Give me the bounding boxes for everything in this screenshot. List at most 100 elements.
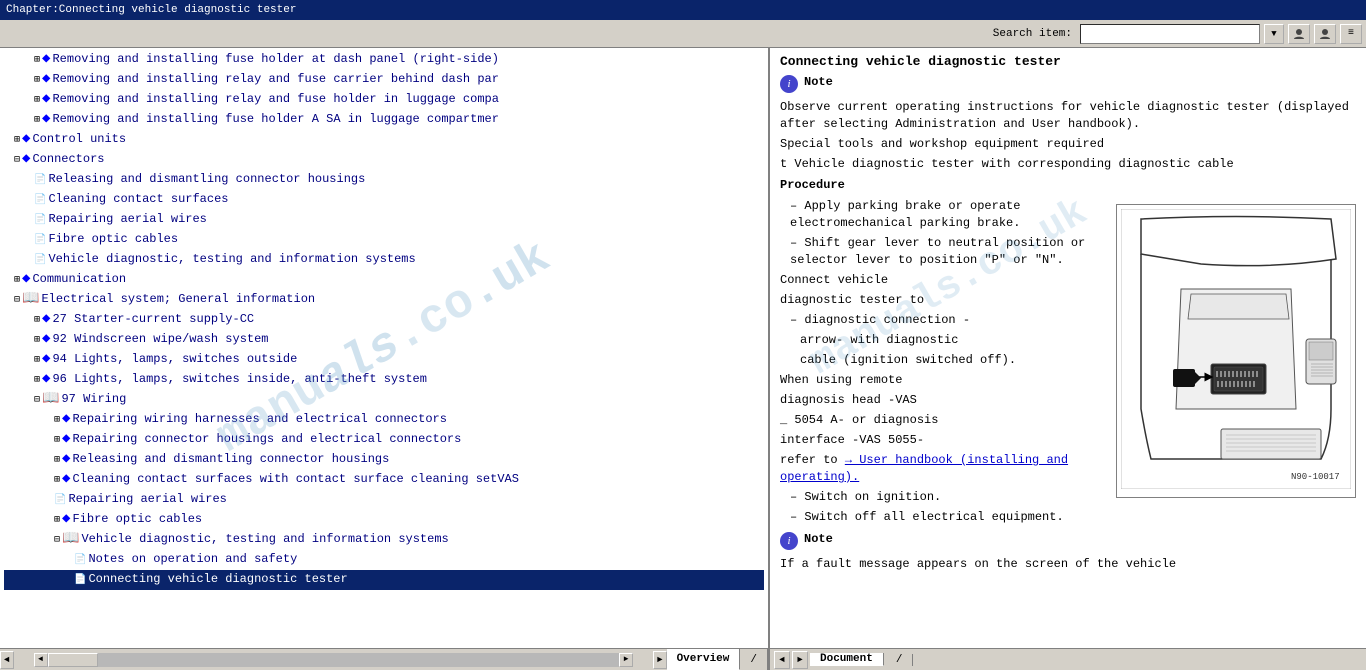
tree-item[interactable]: ⊞◆Cleaning contact surfaces with contact… [4, 470, 764, 490]
doc-icon: 📄 [74, 555, 86, 566]
expand-icon: ⊟ [34, 395, 40, 406]
diamond-icon: ◆ [42, 71, 50, 87]
expand-icon: ⊞ [34, 55, 40, 66]
expand-icon: ⊞ [54, 435, 60, 446]
toolbar-user-btn-1[interactable] [1288, 24, 1310, 44]
toolbar: Search item: ▼ ≡ [0, 20, 1366, 48]
tree-item[interactable]: ⊟📖Vehicle diagnostic, testing and inform… [4, 530, 764, 550]
tree-item[interactable]: ⊞◆Releasing and dismantling connector ho… [4, 450, 764, 470]
expand-icon: ⊞ [14, 275, 20, 286]
content-title: Connecting vehicle diagnostic tester [780, 54, 1356, 69]
doc-icon: 📄 [54, 495, 66, 506]
open-book-icon: 📖 [62, 531, 79, 547]
search-dropdown[interactable]: ▼ [1264, 24, 1284, 44]
tree-item[interactable]: ⊞◆96 Lights, lamps, switches inside, ant… [4, 370, 764, 390]
scroll-left-arrow[interactable]: ◄ [34, 653, 48, 667]
info-icon-2: i [780, 532, 798, 550]
expand-icon: ⊟ [54, 535, 60, 546]
search-input[interactable] [1080, 24, 1260, 44]
tab-document[interactable]: Document [810, 653, 884, 666]
tree-item[interactable]: 📄Cleaning contact surfaces [4, 190, 764, 210]
doc-icon: 📄 [34, 215, 46, 226]
diamond-icon: ◆ [42, 311, 50, 327]
nav-doc-left[interactable]: ◄ [774, 651, 790, 669]
tree-item[interactable]: 📄Repairing aerial wires [4, 210, 764, 230]
tree-item[interactable]: ⊞◆Removing and installing relay and fuse… [4, 90, 764, 110]
toolbar-user-btn-2[interactable] [1314, 24, 1336, 44]
svg-text:N90-10017: N90-10017 [1291, 472, 1340, 482]
open-book-icon: 📖 [22, 291, 39, 307]
status-left: ◄ ◄ ► ► Overview / [0, 649, 770, 670]
step-6: – Switch off all electrical equipment. [790, 509, 1356, 526]
nav-left-btn[interactable]: ◄ [0, 651, 14, 669]
doc-icon: 📄 [34, 235, 46, 246]
doc-icon: 📄 [34, 195, 46, 206]
expand-icon: ⊞ [54, 415, 60, 426]
main-area: ⊞◆Removing and installing fuse holder at… [0, 48, 1366, 648]
note-label-1: Note [804, 75, 833, 89]
tree-item[interactable]: ⊞◆Fibre optic cables [4, 510, 764, 530]
tree-item[interactable]: ⊟📖97 Wiring [4, 390, 764, 410]
expand-icon: ⊞ [34, 115, 40, 126]
doc-icon: 📄 [34, 255, 46, 266]
diamond-icon: ◆ [62, 451, 70, 467]
tree-item[interactable]: ⊞◆Removing and installing relay and fuse… [4, 70, 764, 90]
tree-content: ⊞◆Removing and installing fuse holder at… [0, 48, 768, 630]
info-icon-1: i [780, 75, 798, 93]
handbook-link[interactable]: → User handbook (installing and operatin… [780, 453, 1068, 484]
diamond-icon: ◆ [22, 151, 30, 167]
tree-item[interactable]: ⊟◆Connectors [4, 150, 764, 170]
scroll-track[interactable] [48, 653, 620, 667]
diagnostic-diagram: N90-10017 [1121, 209, 1351, 489]
scroll-thumb[interactable] [48, 653, 98, 667]
tree-item[interactable]: 📄Releasing and dismantling connector hou… [4, 170, 764, 190]
diamond-icon: ◆ [42, 51, 50, 67]
special-tools-label: Special tools and workshop equipment req… [780, 136, 1356, 153]
left-panel: ⊞◆Removing and installing fuse holder at… [0, 48, 770, 648]
note-box-1: i Note [780, 75, 1356, 93]
scroll-right-arrow[interactable]: ► [619, 653, 633, 667]
tab-overview[interactable]: Overview [667, 649, 741, 670]
diamond-icon: ◆ [42, 111, 50, 127]
title-text: Chapter:Connecting vehicle diagnostic te… [6, 4, 296, 16]
right-panel: manuals.co.uk Connecting vehicle diagnos… [770, 48, 1366, 648]
tree-item[interactable]: ⊞◆27 Starter-current supply-CC [4, 310, 764, 330]
expand-icon: ⊟ [14, 155, 20, 166]
tree-item[interactable]: 📄Vehicle diagnostic, testing and informa… [4, 250, 764, 270]
tree-item[interactable]: 📄Notes on operation and safety [4, 550, 764, 570]
expand-icon: ⊞ [34, 95, 40, 106]
tree-item[interactable]: ⊞◆Control units [4, 130, 764, 150]
expand-icon: ⊟ [14, 295, 20, 306]
tree-item-active[interactable]: 📄Connecting vehicle diagnostic tester [4, 570, 764, 590]
tree-item[interactable]: ⊞◆92 Windscreen wipe/wash system [4, 330, 764, 350]
note-2-text: If a fault message appears on the screen… [780, 556, 1356, 573]
expand-icon: ⊞ [34, 75, 40, 86]
expand-icon: ⊞ [54, 455, 60, 466]
title-bar: Chapter:Connecting vehicle diagnostic te… [0, 0, 1366, 20]
diamond-icon: ◆ [62, 411, 70, 427]
note-box-2: i Note [780, 532, 1356, 550]
tab-separator-right: / [886, 654, 914, 666]
expand-icon: ⊞ [34, 375, 40, 386]
diamond-icon: ◆ [42, 91, 50, 107]
expand-icon: ⊞ [34, 335, 40, 346]
diamond-icon: ◆ [22, 271, 30, 287]
diamond-icon: ◆ [62, 471, 70, 487]
tree-item[interactable]: ⊞◆Removing and installing fuse holder A … [4, 110, 764, 130]
tree-item[interactable]: ⊟📖Electrical system; General information [4, 290, 764, 310]
tab-separator-left: / [740, 649, 768, 670]
tree-item[interactable]: ⊞◆Communication [4, 270, 764, 290]
diamond-icon: ◆ [42, 331, 50, 347]
tree-item[interactable]: 📄Fibre optic cables [4, 230, 764, 250]
tree-item[interactable]: 📄Repairing aerial wires [4, 490, 764, 510]
tree-item[interactable]: ⊞◆Repairing connector housings and elect… [4, 430, 764, 450]
nav-right-btn[interactable]: ► [653, 651, 667, 669]
diamond-icon: ◆ [42, 351, 50, 367]
nav-doc-right[interactable]: ► [792, 651, 808, 669]
tree-item[interactable]: ⊞◆Removing and installing fuse holder at… [4, 50, 764, 70]
expand-icon: ⊞ [54, 515, 60, 526]
toolbar-menu-btn[interactable]: ≡ [1340, 24, 1362, 44]
note-text: Observe current operating instructions f… [780, 99, 1356, 133]
tree-item[interactable]: ⊞◆Repairing wiring harnesses and electri… [4, 410, 764, 430]
tree-item[interactable]: ⊞◆94 Lights, lamps, switches outside [4, 350, 764, 370]
